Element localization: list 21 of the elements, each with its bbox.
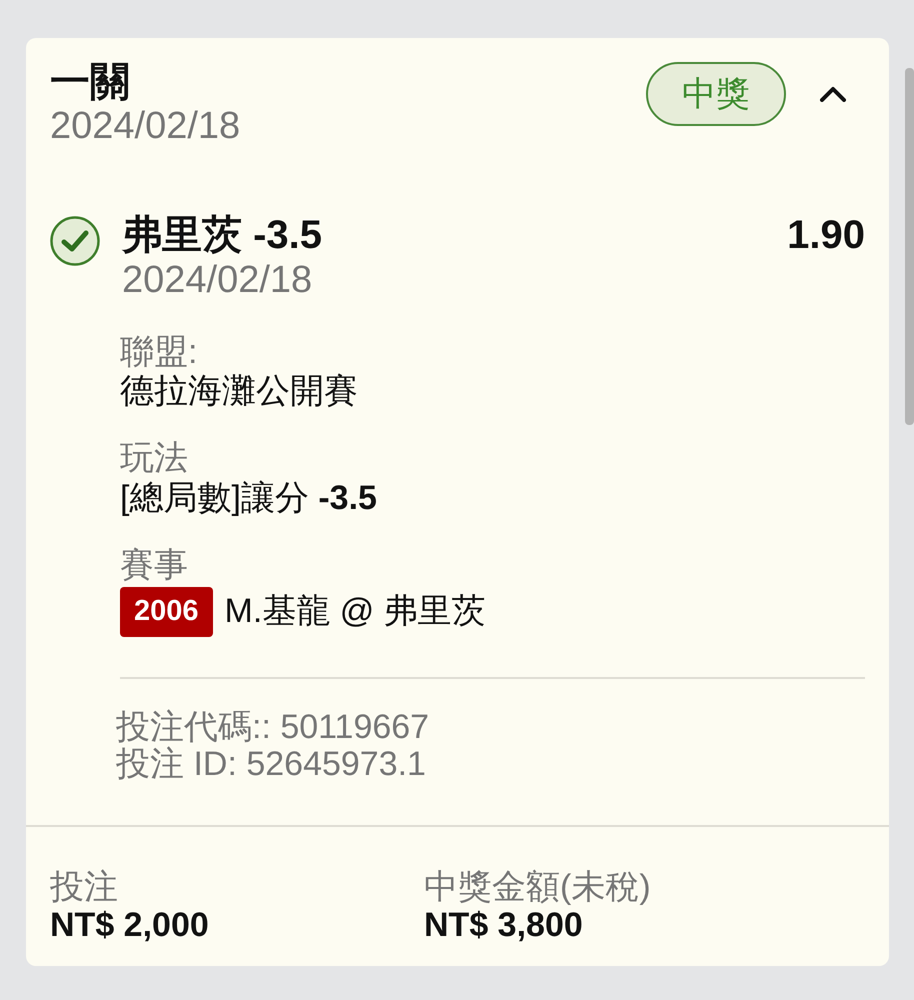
status-badge: 中獎 (646, 62, 786, 126)
odds-value: 1.90 (787, 214, 865, 256)
total-label: 中獎金額(未稅) (424, 869, 651, 907)
bet-title: 一關 (50, 62, 130, 102)
detail-label: 賽事 (120, 547, 188, 585)
selection-name: 弗里茨 -3.5 (122, 214, 322, 256)
detail-value: [總局數]讓分 -3.5 (120, 480, 377, 518)
bet-date: 2024/02/18 (50, 106, 240, 148)
detail-value: 德拉海灘公開賽 (120, 372, 358, 410)
total-amount: NT$ 3,800 (424, 906, 583, 944)
bet-reference: 投注 ID: 52645973.1 (116, 746, 426, 784)
detail-label: 玩法 (120, 440, 188, 478)
detail-value: M.基龍 @ 弗里茨 (224, 592, 486, 630)
selection-date: 2024/02/18 (122, 260, 312, 302)
detail-label: 聯盟: (120, 334, 198, 371)
total-amount: NT$ 2,000 (50, 906, 209, 944)
event-code-tag: 2006 (120, 586, 213, 637)
chevron-up-icon[interactable] (820, 86, 846, 102)
scrollbar-thumb[interactable] (905, 68, 914, 425)
total-label: 投注 (50, 869, 118, 907)
bet-reference: 投注代碼:: 50119667 (116, 708, 430, 746)
